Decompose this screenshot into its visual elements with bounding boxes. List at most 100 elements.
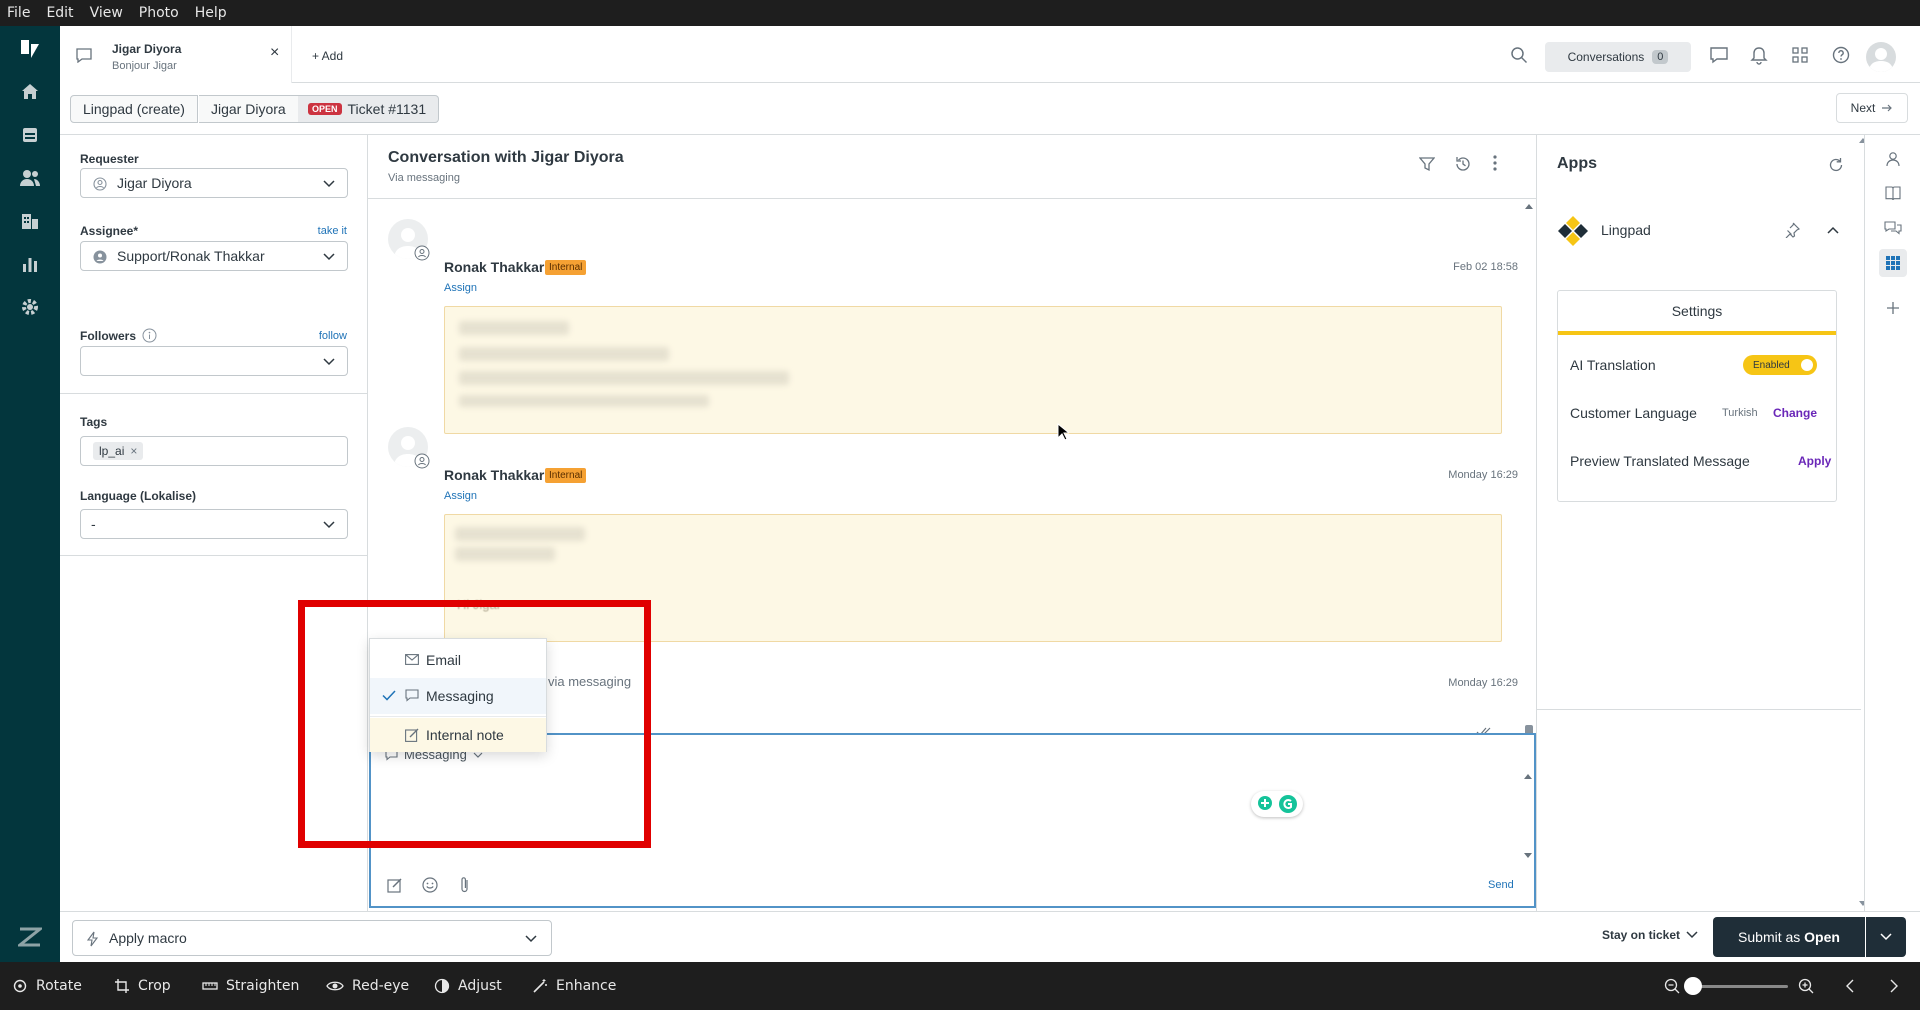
help-icon[interactable] [1832,46,1850,64]
language-select[interactable]: - [80,509,348,539]
next-ticket-button[interactable]: Next [1836,93,1908,123]
info-icon[interactable] [142,328,157,343]
crop-button[interactable]: Crop [114,962,171,1010]
zoom-in-icon[interactable] [1798,978,1814,994]
tags-input[interactable]: lp_ai × [80,436,348,466]
chevron-down-icon [1880,933,1892,941]
reporting-icon[interactable] [17,251,43,277]
apply-macro-select[interactable]: Apply macro [72,920,552,956]
user-avatar[interactable] [1866,42,1896,72]
menu-view[interactable]: View [82,5,131,21]
text-format-icon[interactable] [387,877,403,893]
zendesk-logo-icon[interactable] [17,36,43,62]
apps-rail-button[interactable] [1879,249,1907,277]
refresh-icon[interactable] [1828,157,1844,173]
annotation-highlight-box [298,600,651,848]
internal-note-body [444,306,1502,434]
next-image-icon[interactable] [1890,979,1898,993]
settings-tab[interactable]: Settings [1558,291,1836,335]
products-grid-icon[interactable] [1792,47,1808,63]
conversation-subtitle: Via messaging [388,172,460,184]
search-icon[interactable] [1510,46,1528,64]
chevron-up-icon[interactable] [1827,226,1839,234]
customer-context-icon[interactable] [1885,151,1901,167]
macro-label: Apply macro [109,930,187,946]
chevron-down-icon [1686,931,1698,939]
customers-icon[interactable] [17,165,43,191]
messaging-icon[interactable] [1710,47,1728,64]
crumb-requester[interactable]: Jigar Diyora [199,95,299,123]
message-author: Ronak Thakkar [444,259,545,275]
customer-language-label: Customer Language [1570,405,1697,421]
scroll-up-arrow-icon[interactable] [1525,203,1533,209]
knowledge-book-icon[interactable] [1885,185,1901,201]
history-icon[interactable] [1454,155,1472,173]
requester-select[interactable]: Jigar Diyora [80,168,348,198]
zoom-slider[interactable] [1692,985,1788,988]
menu-edit[interactable]: Edit [38,5,81,21]
more-options-icon[interactable] [1493,155,1497,171]
zoom-slider-handle[interactable] [1684,977,1702,995]
tool-label: Red-eye [352,978,410,994]
menu-file[interactable]: File [0,5,38,21]
followers-label: Followers [80,329,137,343]
tag-remove-icon[interactable]: × [130,444,137,458]
grammarly-widget[interactable] [1251,791,1303,817]
divider [368,198,1536,199]
menu-photo[interactable]: Photo [131,5,187,21]
agent-avatar-icon [93,250,107,264]
submit-options-button[interactable] [1866,917,1906,957]
emoji-icon[interactable] [422,877,438,893]
change-language-link[interactable]: Change [1773,406,1817,420]
apply-preview-link[interactable]: Apply [1798,454,1831,468]
straighten-button[interactable]: Straighten [202,962,299,1010]
toggle-knob [1801,359,1813,371]
mouse-cursor-icon [1057,423,1069,441]
follow-link[interactable]: follow [319,330,347,342]
grammarly-add-icon[interactable] [1256,795,1274,813]
enhance-button[interactable]: Enhance [532,962,616,1010]
tab-close-icon[interactable]: × [270,44,279,62]
home-icon[interactable] [17,79,43,105]
pin-icon[interactable] [1784,222,1800,238]
add-tab-button[interactable]: + Add [312,49,343,63]
crop-icon [115,979,129,993]
assignee-select[interactable]: Support/Ronak Thakkar [80,241,348,271]
organizations-icon[interactable] [17,208,43,234]
scroll-up-arrow-icon[interactable] [1524,773,1532,779]
ai-translation-toggle[interactable]: Enabled [1743,355,1817,375]
send-button[interactable]: Send [1488,879,1514,891]
internal-badge: Internal [545,260,587,275]
rotate-button[interactable]: Rotate [12,962,82,1010]
assign-link[interactable]: Assign [444,282,477,294]
crumb-ticket[interactable]: OPEN Ticket #1131 [298,95,440,123]
status-badge: OPEN [308,103,342,115]
grammarly-logo-icon[interactable] [1278,794,1298,814]
submit-status: Open [1804,929,1840,945]
filter-icon[interactable] [1419,156,1435,172]
conversations-button[interactable]: Conversations 0 [1545,42,1691,72]
scroll-down-arrow-icon[interactable] [1524,853,1532,859]
scrollbar[interactable] [1522,199,1536,753]
followers-select[interactable] [80,346,348,376]
red-eye-button[interactable]: Red-eye [326,962,409,1010]
submit-button[interactable]: Submit as Open [1713,917,1865,957]
side-conversations-icon[interactable] [1884,221,1902,237]
add-icon[interactable] [1886,301,1900,315]
stay-on-ticket-select[interactable]: Stay on ticket [1602,928,1698,942]
ticket-tab[interactable]: Jigar Diyora Bonjour Jigar × [60,26,292,83]
zoom-out-icon[interactable] [1664,978,1680,994]
admin-gear-icon[interactable] [17,294,43,320]
views-icon[interactable] [17,122,43,148]
take-it-link[interactable]: take it [318,225,347,237]
menu-help[interactable]: Help [187,5,235,21]
agent-badge-icon [414,245,430,261]
crumb-organization[interactable]: Lingpad (create) [70,95,198,123]
assign-link[interactable]: Assign [444,490,477,502]
zendesk-products-icon[interactable] [17,924,43,950]
notifications-bell-icon[interactable] [1750,46,1768,65]
composer-scrollbar[interactable] [1522,773,1534,859]
previous-image-icon[interactable] [1846,979,1854,993]
attachment-icon[interactable] [459,876,471,894]
adjust-button[interactable]: Adjust [434,962,502,1010]
